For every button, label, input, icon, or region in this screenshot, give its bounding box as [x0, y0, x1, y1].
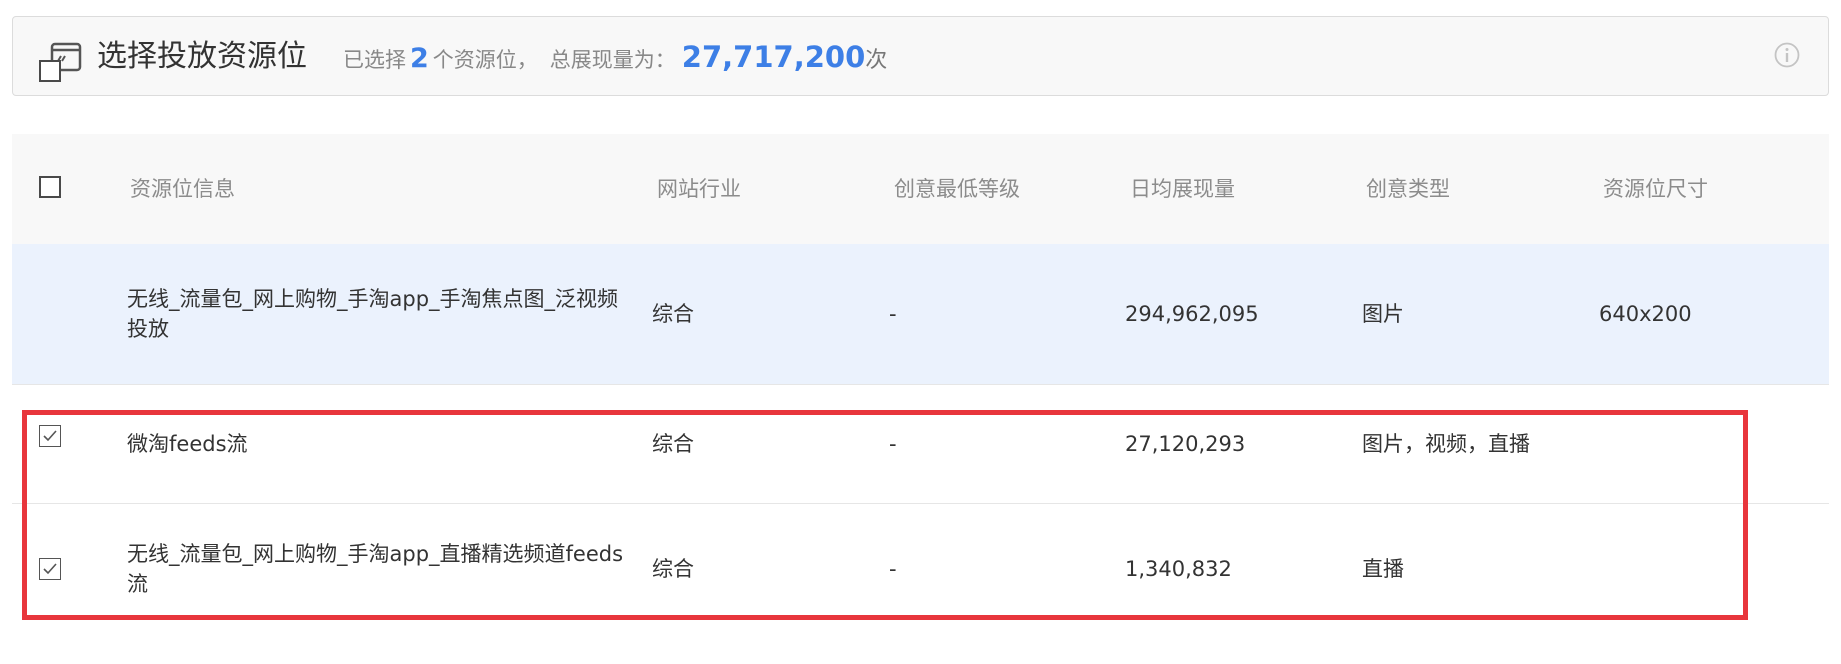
total-impressions: 27,717,200 — [681, 40, 866, 74]
table-header: 资源位信息 网站行业 创意最低等级 日均展现量 创意类型 资源位尺寸 — [12, 134, 1829, 244]
page-title: 选择投放资源位 — [97, 39, 307, 74]
row-size: 640x200 — [1599, 302, 1692, 326]
selected-prefix: 已选择 — [343, 48, 406, 72]
row-checkbox[interactable] — [39, 425, 61, 447]
column-header-size: 资源位尺寸 — [1603, 177, 1708, 201]
row-name: 微淘feeds流 — [127, 432, 248, 456]
row-size — [1599, 385, 1819, 503]
row-checkbox[interactable] — [39, 558, 61, 580]
row-creative-type: 图片，视频，直播 — [1362, 432, 1530, 456]
table-row[interactable]: 无线_流量包_网上购物_手淘app_直播精选频道feeds流 综合 - 1,34… — [12, 504, 1829, 634]
column-header-level: 创意最低等级 — [894, 177, 1020, 201]
row-level: - — [889, 557, 897, 581]
check-icon — [43, 430, 57, 442]
selection-summary: 已选择 2 个资源位， 总展现量为： 27,717,200次 — [343, 37, 887, 77]
row-size — [1599, 504, 1819, 634]
row-industry: 综合 — [652, 302, 694, 326]
row-level: - — [889, 302, 897, 326]
info-icon[interactable] — [1773, 41, 1801, 69]
row-industry: 综合 — [652, 432, 694, 456]
select-all-checkbox[interactable] — [39, 176, 61, 198]
selection-header: 选择投放资源位 已选择 2 个资源位， 总展现量为： 27,717,200次 — [12, 16, 1829, 96]
column-header-industry: 网站行业 — [657, 177, 741, 201]
row-creative-type: 图片 — [1362, 302, 1404, 326]
row-impressions: 1,340,832 — [1125, 557, 1232, 581]
column-header-creative-type: 创意类型 — [1366, 177, 1450, 201]
row-impressions: 294,962,095 — [1125, 302, 1259, 326]
selected-suffix: 个资源位， — [432, 48, 538, 72]
total-unit: 次 — [865, 48, 888, 73]
column-header-name: 资源位信息 — [130, 177, 235, 201]
row-level: - — [889, 432, 897, 456]
row-impressions: 27,120,293 — [1125, 432, 1246, 456]
check-icon — [43, 563, 57, 575]
row-checkbox[interactable] — [39, 60, 61, 82]
selected-count: 2 — [410, 43, 429, 74]
row-name: 无线_流量包_网上购物_手淘app_手淘焦点图_泛视频投放 — [127, 287, 619, 341]
row-creative-type: 直播 — [1362, 557, 1404, 581]
column-header-impressions: 日均展现量 — [1130, 177, 1235, 201]
resource-table: 资源位信息 网站行业 创意最低等级 日均展现量 创意类型 资源位尺寸 无线_流量… — [12, 60, 1829, 634]
total-label: 总展现量为： — [549, 48, 676, 72]
row-name: 无线_流量包_网上购物_手淘app_直播精选频道feeds流 — [127, 542, 624, 596]
table-row[interactable]: 无线_流量包_网上购物_手淘app_手淘焦点图_泛视频投放 综合 - 294,9… — [12, 60, 1829, 385]
page: 选择投放资源位 已选择 2 个资源位， 总展现量为： 27,717,200次 资源位信息… — [0, 0, 1841, 664]
row-industry: 综合 — [652, 557, 694, 581]
table-row[interactable]: 微淘feeds流 综合 - 27,120,293 图片，视频，直播 — [12, 385, 1829, 504]
